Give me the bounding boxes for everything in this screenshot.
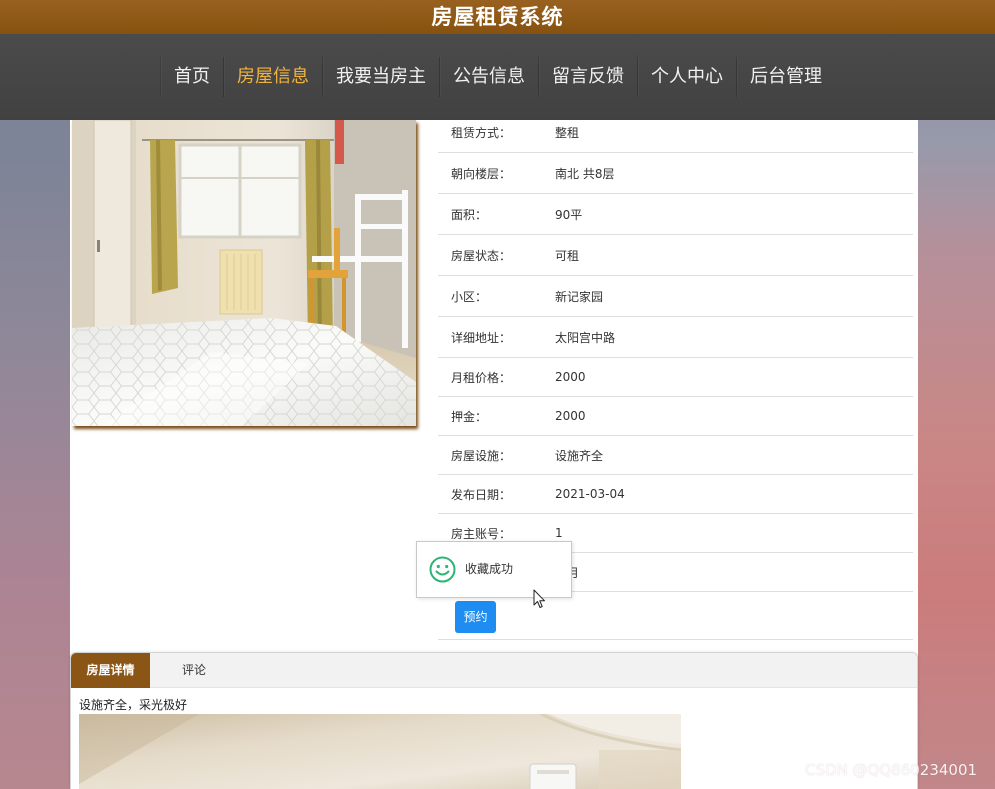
nav-item-admin[interactable]: 后台管理 [736, 57, 835, 97]
room-photo-illustration [72, 120, 416, 426]
info-label: 发布日期： [451, 487, 512, 502]
smile-icon [429, 556, 456, 583]
info-value: 1 [555, 526, 563, 540]
info-value: 可租 [555, 248, 580, 263]
info-row-area: 面积： 90平 [438, 194, 913, 235]
house-detail-tabs: 房屋详情 评论 设施齐全，采光极好 [70, 652, 918, 789]
info-value: 2021-03-04 [555, 487, 625, 501]
mouse-cursor-icon [533, 589, 545, 608]
main-nav: 首页 房屋信息 我要当房主 公告信息 留言反馈 个人中心 后台管理 [0, 34, 995, 120]
favorite-success-toast: 收藏成功 [416, 541, 572, 598]
info-value: 设施齐全 [555, 448, 604, 463]
nav-item-personal-center[interactable]: 个人中心 [637, 57, 736, 97]
info-value: 90平 [555, 207, 583, 222]
info-label: 租赁方式： [451, 126, 512, 140]
tab-strip: 房屋详情 评论 [71, 653, 917, 688]
nav-item-home[interactable]: 首页 [160, 57, 223, 97]
info-value: 2000 [555, 370, 586, 384]
info-row-facilities: 房屋设施： 设施齐全 [438, 436, 913, 475]
info-label: 小区： [451, 289, 488, 304]
action-row: 预约 [438, 592, 913, 640]
site-title: 房屋租赁系统 [0, 0, 995, 34]
info-row-address: 详细地址： 太阳宫中路 [438, 317, 913, 358]
toast-message: 收藏成功 [465, 562, 514, 576]
info-value: 新记家园 [555, 289, 604, 304]
house-description: 设施齐全，采光极好 [79, 698, 188, 712]
ceiling-photo-illustration [79, 714, 681, 789]
nav-item-feedback[interactable]: 留言反馈 [538, 57, 637, 97]
info-value: 太阳宫中路 [555, 330, 616, 345]
info-value: 南北 共8层 [555, 166, 615, 181]
house-detail-photo [79, 714, 681, 789]
info-value: 2000 [555, 409, 586, 423]
info-label: 面积： [451, 207, 488, 222]
nav-item-announcements[interactable]: 公告信息 [439, 57, 538, 97]
info-row-publish-date: 发布日期： 2021-03-04 [438, 475, 913, 514]
info-label: 月租价格： [451, 370, 512, 385]
info-row-monthly-rent: 月租价格： 2000 [438, 358, 913, 397]
csdn-watermark: CSDN @QQ860234001 [805, 761, 978, 779]
info-row-status: 房屋状态： 可租 [438, 235, 913, 276]
info-label: 详细地址： [451, 330, 512, 345]
info-row-deposit: 押金： 2000 [438, 397, 913, 436]
info-row-community: 小区： 新记家园 [438, 276, 913, 317]
info-row-orientation-floor: 朝向楼层： 南北 共8层 [438, 153, 913, 194]
info-label: 房屋状态： [451, 248, 512, 263]
book-button[interactable]: 预约 [455, 601, 496, 633]
info-label: 朝向楼层： [451, 166, 512, 181]
info-label: 房屋设施： [451, 448, 512, 463]
tab-comments[interactable]: 评论 [150, 653, 238, 688]
info-label: 押金： [451, 409, 488, 424]
info-value: 整租 [555, 126, 580, 140]
info-label: 房主账号： [451, 526, 512, 541]
house-photo [72, 120, 416, 426]
nav-item-house-info[interactable]: 房屋信息 [223, 57, 322, 97]
nav-item-become-landlord[interactable]: 我要当房主 [322, 57, 439, 97]
tab-house-details[interactable]: 房屋详情 [71, 653, 150, 688]
